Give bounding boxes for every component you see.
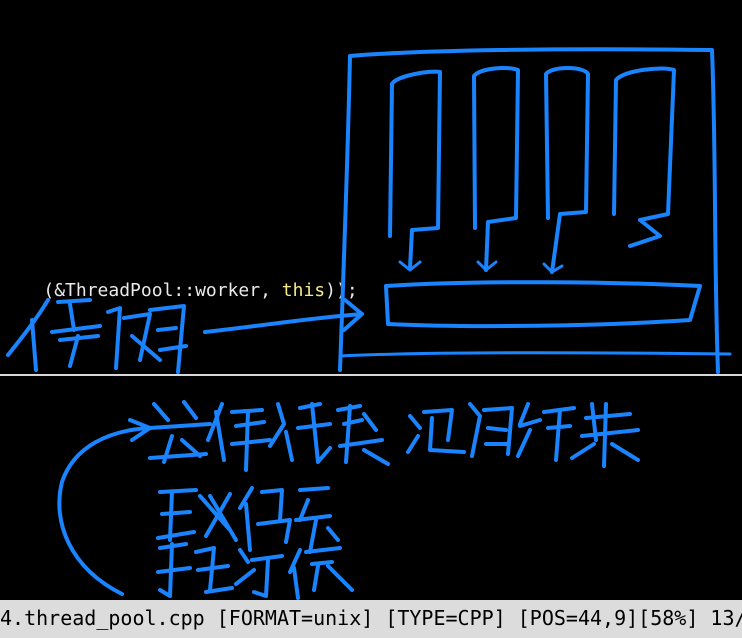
vim-statusline: 4.thread_pool.cpp [FORMAT=unix] [TYPE=CP…	[0, 600, 742, 638]
queue-divider	[338, 351, 732, 358]
cycle-arrow	[57, 418, 152, 596]
thread-arrows	[398, 260, 564, 274]
label-execute-task	[156, 542, 354, 600]
label-take-task	[156, 486, 340, 554]
thread-column-2	[472, 66, 520, 272]
handwritten-annotation	[6, 47, 732, 600]
code-text-before: (&ThreadPool::worker,	[43, 280, 282, 301]
thread-pool-sketch	[203, 47, 732, 374]
code-keyword-this: this	[281, 280, 326, 301]
thread-column-4	[612, 66, 676, 248]
queue-arrow	[203, 298, 364, 334]
task-queue-box	[384, 280, 702, 329]
code-text-after: ));	[325, 280, 358, 301]
window-divider	[0, 374, 742, 376]
thread-column-3	[544, 66, 590, 274]
label-wait-pool-end	[148, 400, 640, 472]
pool-outline	[338, 47, 720, 374]
terminal-screen: (&ThreadPool::worker, this)); 4.thread_p…	[0, 0, 742, 638]
thread-column-1	[388, 69, 442, 270]
label-task-queue	[6, 298, 188, 374]
code-line: (&ThreadPool::worker, this));	[0, 252, 357, 301]
